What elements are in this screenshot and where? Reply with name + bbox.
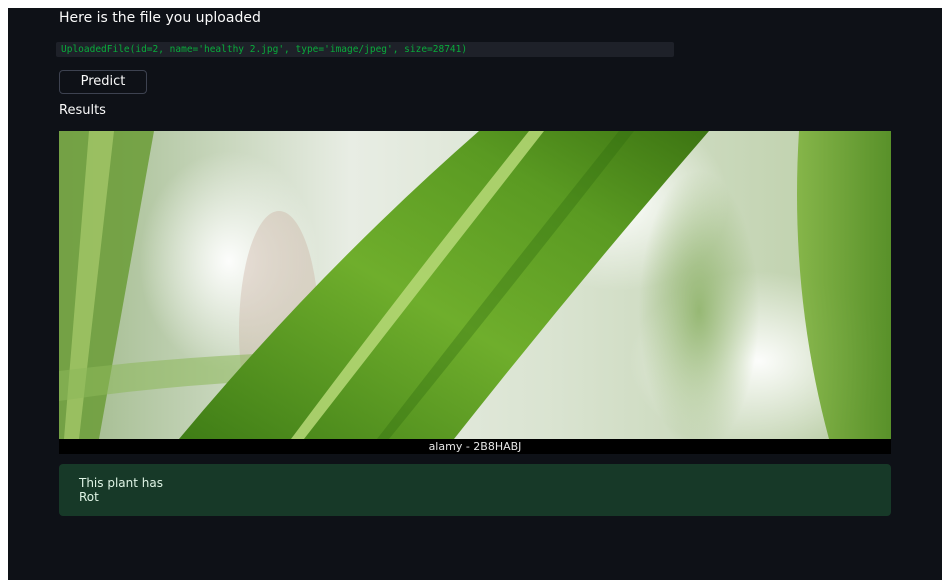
app-frame: Here is the file you uploaded UploadedFi… <box>8 8 942 580</box>
prediction-message-line2: Rot <box>79 490 99 504</box>
predict-button[interactable]: Predict <box>59 70 147 94</box>
prediction-result-box: This plant has Rot <box>59 464 891 516</box>
result-image <box>59 131 891 439</box>
results-label: Results <box>59 103 106 118</box>
uploaded-file-info: UploadedFile(id=2, name='healthy 2.jpg',… <box>56 42 674 57</box>
prediction-message-line1: This plant has <box>79 476 163 490</box>
image-caption: alamy - 2B8HABJ <box>59 439 891 454</box>
uploaded-file-heading: Here is the file you uploaded <box>59 10 261 26</box>
